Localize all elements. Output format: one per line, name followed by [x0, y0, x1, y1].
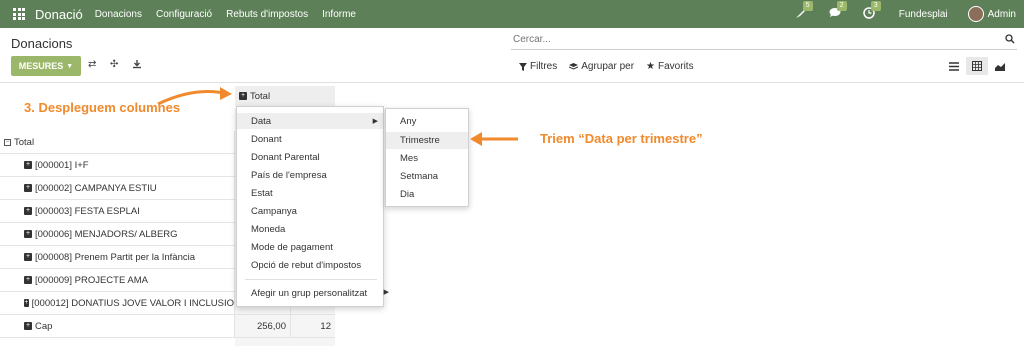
activity-badge: 5: [802, 0, 813, 11]
plus-square-icon: +: [24, 299, 29, 307]
cell-value: 256,00: [235, 315, 291, 337]
filters-label: Filtres: [530, 61, 558, 72]
menu-rebuts[interactable]: Rebuts d'impostos: [226, 9, 308, 20]
search-bar: [511, 34, 1017, 50]
row-label: Cap: [35, 320, 53, 332]
dropdown-item-moneda[interactable]: Moneda: [251, 224, 285, 235]
dropdown-item-label: Data: [251, 115, 272, 127]
list-icon: [949, 61, 959, 71]
row-label: [000009] PROJECTE AMA: [35, 274, 148, 286]
row-label: [000001] I+F: [35, 159, 89, 171]
dropdown-divider: [245, 279, 377, 280]
menu-configuracio[interactable]: Configuració: [156, 9, 212, 20]
caret-right-icon: ▶: [383, 289, 389, 296]
flip-axis-icon[interactable]: ⇄: [88, 59, 96, 70]
row-label: [000003] FESTA ESPLAI: [35, 205, 140, 217]
group-by-button[interactable]: Agrupar per: [569, 61, 634, 72]
annotation-choice: Triem “Data per trimestre”: [540, 131, 703, 146]
row-label: [000006] MENJADORS/ ALBERG: [35, 228, 178, 240]
plus-square-icon: +: [24, 230, 32, 238]
dropdown-item-mode-pagament[interactable]: Mode de pagament: [251, 242, 333, 253]
measures-button[interactable]: MESURES ▼: [11, 56, 81, 76]
dropdown-item-label: Afegir un grup personalitzat: [251, 288, 368, 299]
star-icon: ★: [646, 61, 656, 72]
avatar: [967, 6, 984, 22]
group-by-dropdown: Data ▶ Donant Donant Parental País de l'…: [236, 106, 389, 307]
measures-label: MESURES: [18, 61, 64, 71]
company-switcher[interactable]: Fundesplai: [899, 9, 948, 20]
row-label: [000002] CAMPANYA ESTIU: [35, 182, 157, 194]
area-chart-icon: [994, 62, 1005, 71]
row-label: [000008] Prenem Partit per la Infància: [35, 251, 196, 263]
row-label: [000012] DONATIUS JOVE VALOR I INCLUSIO: [31, 297, 234, 309]
group-by-label: Agrupar per: [581, 61, 635, 72]
table-icon: [972, 61, 982, 71]
plus-square-icon: +: [24, 207, 32, 215]
table-row[interactable]: + Cap 256,00 12: [0, 315, 335, 338]
submenu-item-mes[interactable]: Mes: [400, 153, 418, 164]
submenu-item-trimestre[interactable]: Trimestre: [386, 132, 468, 149]
plus-square-icon: +: [239, 92, 247, 100]
favorites-label: Favorits: [658, 61, 694, 72]
dropdown-item-donant-parental[interactable]: Donant Parental: [251, 152, 320, 163]
filter-icon: [519, 62, 527, 71]
pivot-view-button[interactable]: [966, 57, 988, 75]
dropdown-item-campanya[interactable]: Campanya: [251, 206, 297, 217]
favorites-button[interactable]: ★ Favorits: [646, 61, 694, 72]
breadcrumb: Donacions: [11, 36, 73, 51]
plus-square-icon: +: [24, 161, 32, 169]
search-input[interactable]: [511, 34, 991, 45]
date-interval-submenu: Any Trimestre Mes Setmana Dia: [385, 108, 469, 207]
annotation-arrow-left: [470, 132, 518, 146]
user-name: Admin: [987, 8, 1016, 20]
messages-badge: 2: [836, 1, 847, 11]
top-navbar: Donació Donacions Configuració Rebuts d'…: [0, 0, 1024, 28]
search-options: Filtres Agrupar per ★ Favorits: [519, 61, 694, 72]
apps-menu-icon[interactable]: [7, 0, 31, 28]
dropdown-item-pais[interactable]: País de l'empresa: [251, 170, 327, 181]
minus-square-icon: −: [4, 138, 11, 146]
dropdown-item-opcio-rebut[interactable]: Opció de rebut d'impostos: [251, 260, 361, 271]
submenu-item-label: Trimestre: [400, 135, 440, 146]
caret-down-icon: ▼: [66, 62, 74, 70]
dropdown-item-donant[interactable]: Donant: [251, 134, 282, 145]
submenu-item-dia[interactable]: Dia: [400, 189, 414, 200]
submenu-item-any[interactable]: Any: [400, 116, 416, 127]
plus-square-icon: +: [24, 184, 32, 192]
menu-informe[interactable]: Informe: [322, 9, 356, 20]
messages-button[interactable]: 2: [829, 1, 847, 21]
app-title[interactable]: Donació: [35, 7, 83, 22]
activity-button[interactable]: 5: [795, 0, 813, 22]
plus-square-icon: +: [24, 276, 32, 284]
download-icon[interactable]: [132, 59, 142, 72]
layers-icon: [569, 62, 579, 70]
menu-donacions[interactable]: Donacions: [95, 9, 142, 20]
cell-count: 12: [320, 320, 331, 332]
column-header-total[interactable]: + Total: [235, 86, 335, 106]
expand-all-icon[interactable]: ✣: [110, 59, 118, 70]
filters-button[interactable]: Filtres: [519, 61, 557, 72]
caret-right-icon: ▶: [372, 118, 378, 125]
column-header-label: Total: [250, 90, 271, 102]
clock-badge: 3: [870, 0, 881, 11]
list-view-button[interactable]: [943, 57, 965, 75]
plus-square-icon: +: [24, 253, 32, 261]
search-icon[interactable]: [1005, 34, 1015, 47]
dropdown-item-estat[interactable]: Estat: [251, 188, 273, 199]
control-panel: Donacions MESURES ▼ ⇄ ✣ Filtres Agrupar …: [0, 28, 1024, 83]
user-menu[interactable]: Admin: [967, 6, 1016, 22]
annotation-arrow-curved: [157, 87, 232, 106]
clock-button[interactable]: 3: [862, 0, 881, 22]
graph-view-button[interactable]: [989, 57, 1011, 75]
plus-square-icon: +: [24, 322, 32, 330]
row-label: Total: [14, 136, 35, 148]
dropdown-item-data[interactable]: Data ▶: [237, 113, 383, 129]
submenu-item-setmana[interactable]: Setmana: [400, 171, 438, 182]
dropdown-item-custom-group[interactable]: Afegir un grup personalitzat ▶: [251, 288, 389, 299]
pivot-table: + Total − Total + [000001] I+F + [000002] C…: [0, 84, 1024, 346]
